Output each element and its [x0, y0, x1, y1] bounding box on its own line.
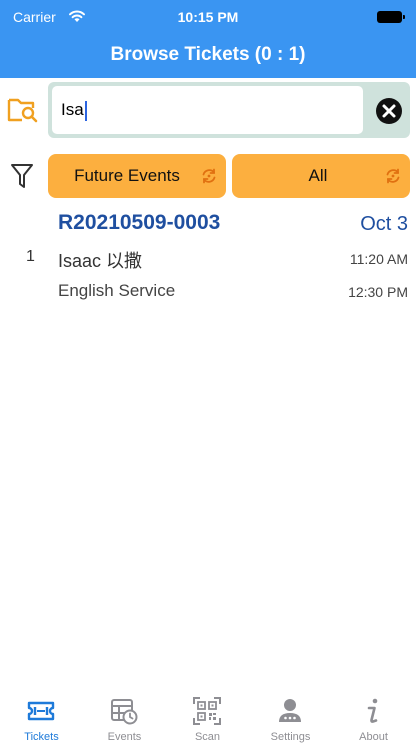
status-bar: Carrier 10:15 PM — [0, 0, 416, 32]
search-input-value: Isa — [61, 100, 84, 119]
search-container: Isa — [48, 82, 410, 138]
ticket-id: R20210509-0003 — [58, 211, 221, 234]
search-row: Isa — [0, 80, 416, 138]
tab-label: Tickets — [24, 731, 59, 743]
ticket-end-time: 12:30 PM — [348, 284, 408, 300]
search-input[interactable]: Isa — [52, 86, 363, 134]
tab-events[interactable]: Events — [83, 690, 166, 749]
text-caret — [84, 100, 87, 121]
refresh-icon — [386, 168, 400, 184]
events-calendar-icon — [111, 699, 138, 725]
tab-label: Scan — [194, 731, 221, 743]
filter-row: Future Events All — [0, 154, 416, 198]
person-icon — [279, 699, 301, 722]
ticket-index: 1 — [26, 248, 35, 265]
ticket-start-time: 11:20 AM — [349, 251, 408, 267]
tab-settings[interactable]: Settings — [249, 690, 332, 749]
ticket-date: Oct 3 — [360, 213, 408, 235]
tab-label: Events — [107, 731, 142, 743]
filter-funnel-icon[interactable] — [10, 162, 34, 190]
tab-bar: Tickets Events Scan Settings About — [0, 690, 416, 749]
ticket-holder-name: Isaac 以撒 — [58, 251, 143, 271]
refresh-icon — [202, 168, 216, 184]
nav-header: Carrier 10:15 PM Browse Tickets (0 : 1) — [0, 0, 416, 78]
status-time: 10:15 PM — [177, 9, 239, 25]
tab-tickets[interactable]: Tickets — [0, 690, 83, 749]
page-title: Browse Tickets (0 : 1) — [110, 44, 306, 65]
battery-icon — [377, 11, 405, 23]
ticket-service: English Service — [58, 281, 176, 300]
tab-about[interactable]: About — [332, 690, 415, 749]
tab-label: Settings — [270, 731, 311, 743]
status-filter-label: All — [308, 166, 328, 185]
event-filter-label: Future Events — [74, 166, 180, 185]
clear-search-icon[interactable] — [375, 97, 403, 125]
info-icon — [367, 698, 378, 723]
status-filter-button[interactable]: All — [232, 154, 410, 198]
qr-code-icon — [193, 697, 221, 725]
tab-scan[interactable]: Scan — [166, 690, 249, 749]
event-filter-button[interactable]: Future Events — [48, 154, 226, 198]
tab-label: About — [359, 731, 388, 743]
ticket-row[interactable]: R20210509-0003 Oct 3 1 Isaac 以撒 11:20 AM… — [0, 208, 416, 308]
folder-search-icon[interactable] — [7, 97, 39, 123]
ticket-icon — [27, 701, 55, 721]
